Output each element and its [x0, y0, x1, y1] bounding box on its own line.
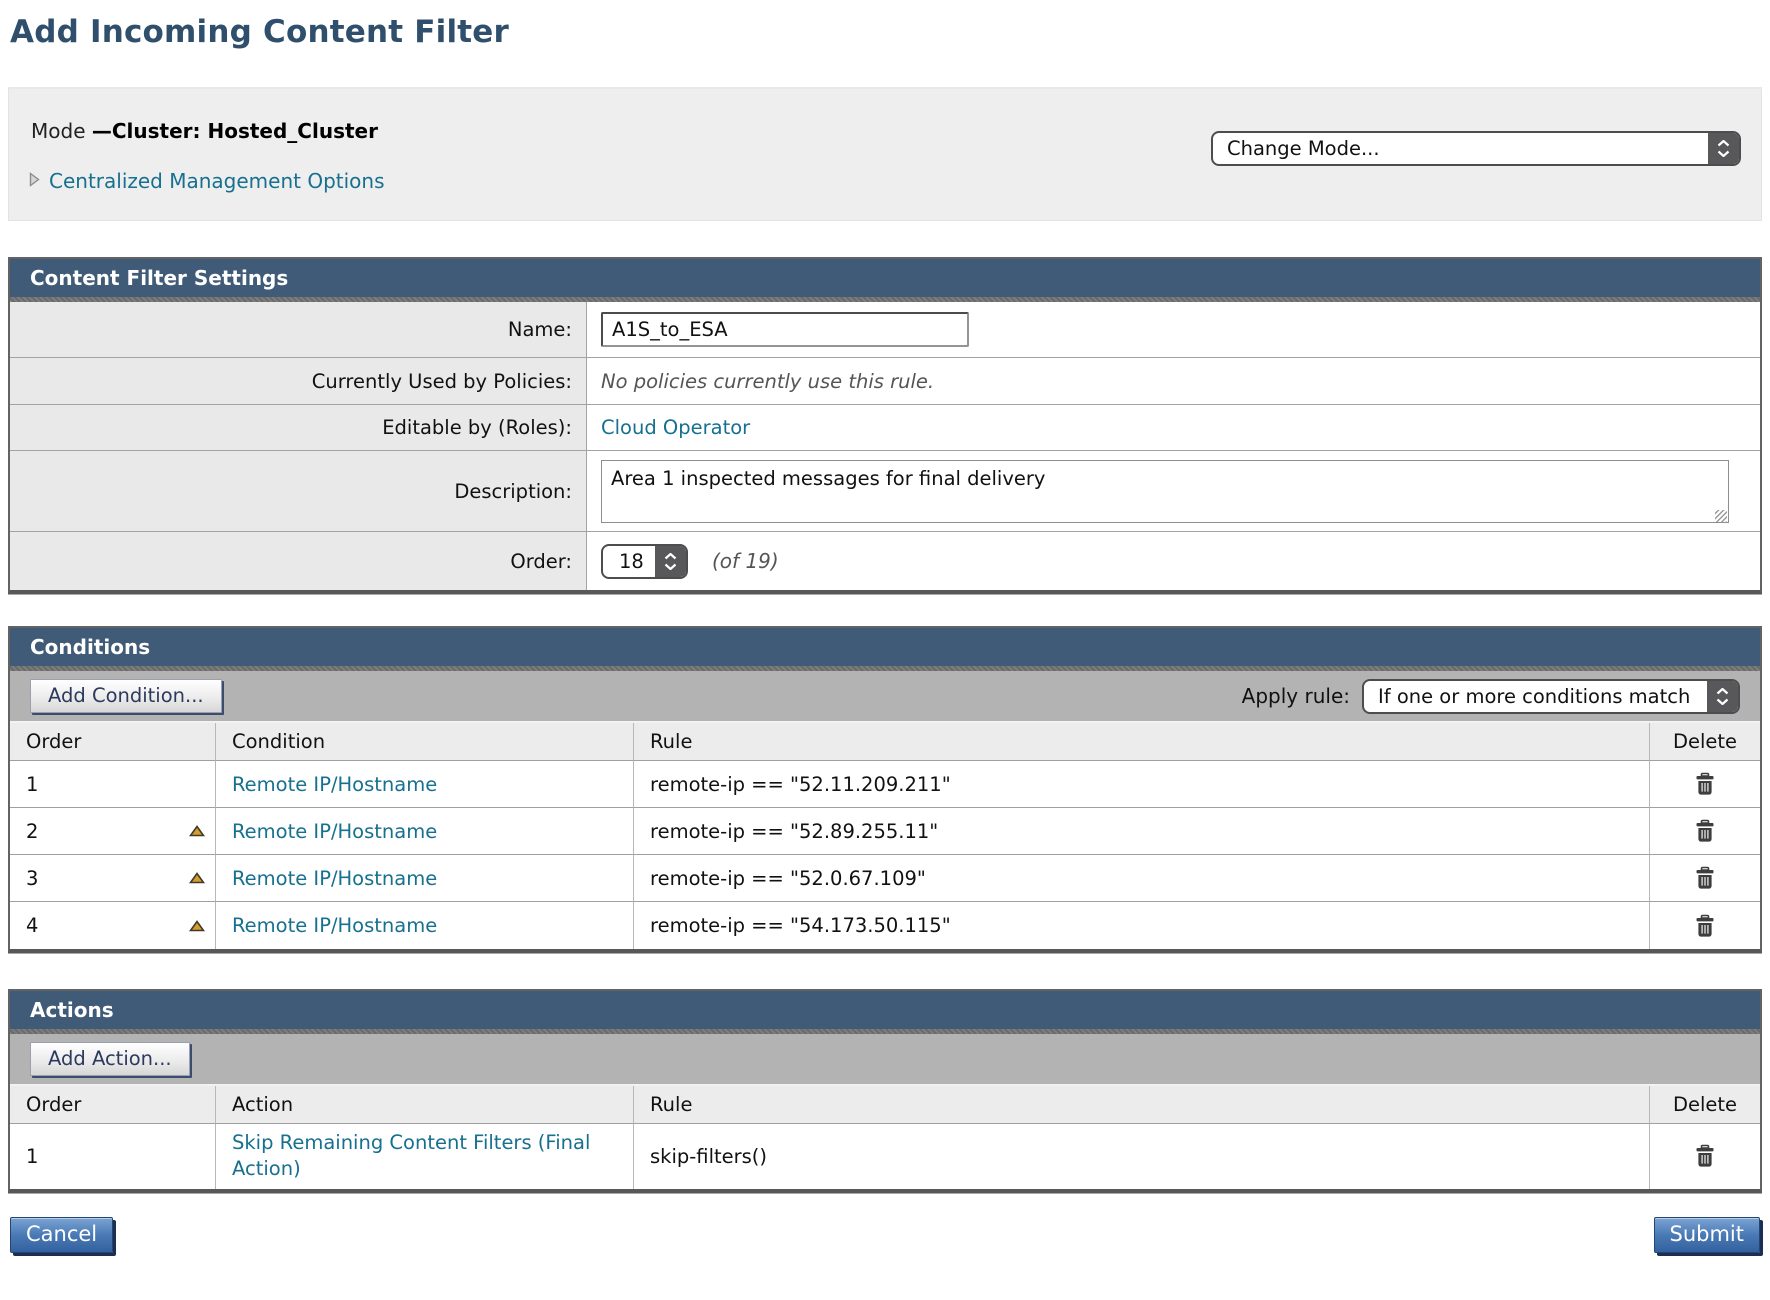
trash-icon[interactable] — [1694, 1144, 1716, 1168]
apply-rule-select-value: If one or more conditions match — [1364, 681, 1707, 712]
add-action-button[interactable]: Add Action... — [30, 1042, 190, 1076]
change-mode-select[interactable]: Change Mode... — [1211, 131, 1741, 166]
mode-value: —Cluster: Hosted_Cluster — [92, 119, 378, 143]
condition-rule: remote-ip == "52.0.67.109" — [634, 855, 1650, 902]
actions-section-header: Actions — [10, 991, 1760, 1029]
page-title: Add Incoming Content Filter — [10, 14, 1770, 50]
condition-order: 4 — [26, 914, 38, 937]
column-header-delete: Delete — [1650, 1086, 1760, 1124]
action-link[interactable]: Skip Remaining Content Filters (Final Ac… — [232, 1124, 633, 1189]
submit-button[interactable]: Submit — [1654, 1217, 1761, 1253]
trash-icon[interactable] — [1694, 772, 1716, 796]
move-up-icon[interactable] — [189, 920, 205, 932]
centralized-management-options-link[interactable]: Centralized Management Options — [49, 169, 385, 193]
resize-handle-icon[interactable] — [1715, 510, 1727, 522]
actions-panel: Actions Add Action... Order Action Rule … — [8, 989, 1762, 1193]
condition-link[interactable]: Remote IP/Hostname — [232, 914, 437, 937]
condition-rule: remote-ip == "54.173.50.115" — [634, 902, 1650, 949]
condition-link[interactable]: Remote IP/Hostname — [232, 867, 437, 890]
column-header-rule: Rule — [634, 1086, 1650, 1124]
apply-rule-label: Apply rule: — [1242, 684, 1350, 708]
column-header-delete: Delete — [1650, 723, 1760, 761]
condition-row: 1 Remote IP/Hostname remote-ip == "52.11… — [10, 761, 1760, 808]
chevron-updown-icon — [1708, 133, 1739, 164]
column-header-order: Order — [10, 1086, 216, 1124]
add-condition-button[interactable]: Add Condition... — [30, 679, 222, 713]
policies-value: No policies currently use this rule. — [601, 370, 934, 393]
order-select-value: 18 — [603, 546, 655, 577]
description-label: Description: — [10, 451, 587, 532]
action-order: 1 — [26, 1145, 38, 1168]
condition-rule: remote-ip == "52.89.255.11" — [634, 808, 1650, 855]
trash-icon[interactable] — [1694, 866, 1716, 890]
actions-table: Order Action Rule Delete 1 Skip Remainin… — [10, 1086, 1760, 1189]
column-header-condition: Condition — [216, 723, 634, 761]
condition-row: 4 Remote IP/Hostname remote-ip == "54.17… — [10, 902, 1760, 949]
condition-order: 1 — [26, 773, 38, 796]
column-header-action: Action — [216, 1086, 634, 1124]
name-input[interactable] — [601, 312, 969, 347]
move-up-icon[interactable] — [189, 872, 205, 884]
mode-label: Mode — [31, 119, 86, 143]
change-mode-select-value: Change Mode... — [1213, 133, 1708, 164]
column-header-rule: Rule — [634, 723, 1650, 761]
conditions-panel: Conditions Add Condition... Apply rule: … — [8, 626, 1762, 953]
mode-panel: Mode —Cluster: Hosted_Cluster Centralize… — [8, 87, 1762, 221]
name-label: Name: — [10, 302, 587, 358]
chevron-updown-icon — [655, 546, 686, 577]
condition-row: 2 Remote IP/Hostname remote-ip == "52.89… — [10, 808, 1760, 855]
mode-line: Mode —Cluster: Hosted_Cluster — [31, 119, 378, 143]
apply-rule-select[interactable]: If one or more conditions match — [1362, 679, 1740, 714]
conditions-section-header: Conditions — [10, 628, 1760, 666]
condition-order: 3 — [26, 867, 38, 890]
order-select[interactable]: 18 — [601, 544, 688, 579]
policies-label: Currently Used by Policies: — [10, 358, 587, 405]
action-row: 1 Skip Remaining Content Filters (Final … — [10, 1124, 1760, 1189]
cancel-button[interactable]: Cancel — [10, 1217, 113, 1253]
editable-roles-link[interactable]: Cloud Operator — [601, 416, 750, 439]
editable-label: Editable by (Roles): — [10, 405, 587, 451]
condition-link[interactable]: Remote IP/Hostname — [232, 820, 437, 843]
chevron-updown-icon — [1707, 681, 1738, 712]
trash-icon[interactable] — [1694, 819, 1716, 843]
condition-row: 3 Remote IP/Hostname remote-ip == "52.0.… — [10, 855, 1760, 902]
description-textarea[interactable] — [601, 460, 1729, 523]
column-header-order: Order — [10, 723, 216, 761]
conditions-table: Order Condition Rule Delete 1 Remote IP/… — [10, 723, 1760, 949]
order-total-note: (of 19) — [712, 549, 779, 573]
order-label: Order: — [10, 532, 587, 590]
condition-rule: remote-ip == "52.11.209.211" — [634, 761, 1650, 808]
settings-section-header: Content Filter Settings — [10, 259, 1760, 297]
condition-order: 2 — [26, 820, 38, 843]
disclosure-triangle-icon[interactable] — [29, 172, 40, 191]
move-up-icon[interactable] — [189, 825, 205, 837]
action-rule: skip-filters() — [634, 1124, 1650, 1189]
content-filter-settings-panel: Content Filter Settings Name: Currently … — [8, 257, 1762, 594]
condition-link[interactable]: Remote IP/Hostname — [232, 773, 437, 796]
trash-icon[interactable] — [1694, 914, 1716, 938]
